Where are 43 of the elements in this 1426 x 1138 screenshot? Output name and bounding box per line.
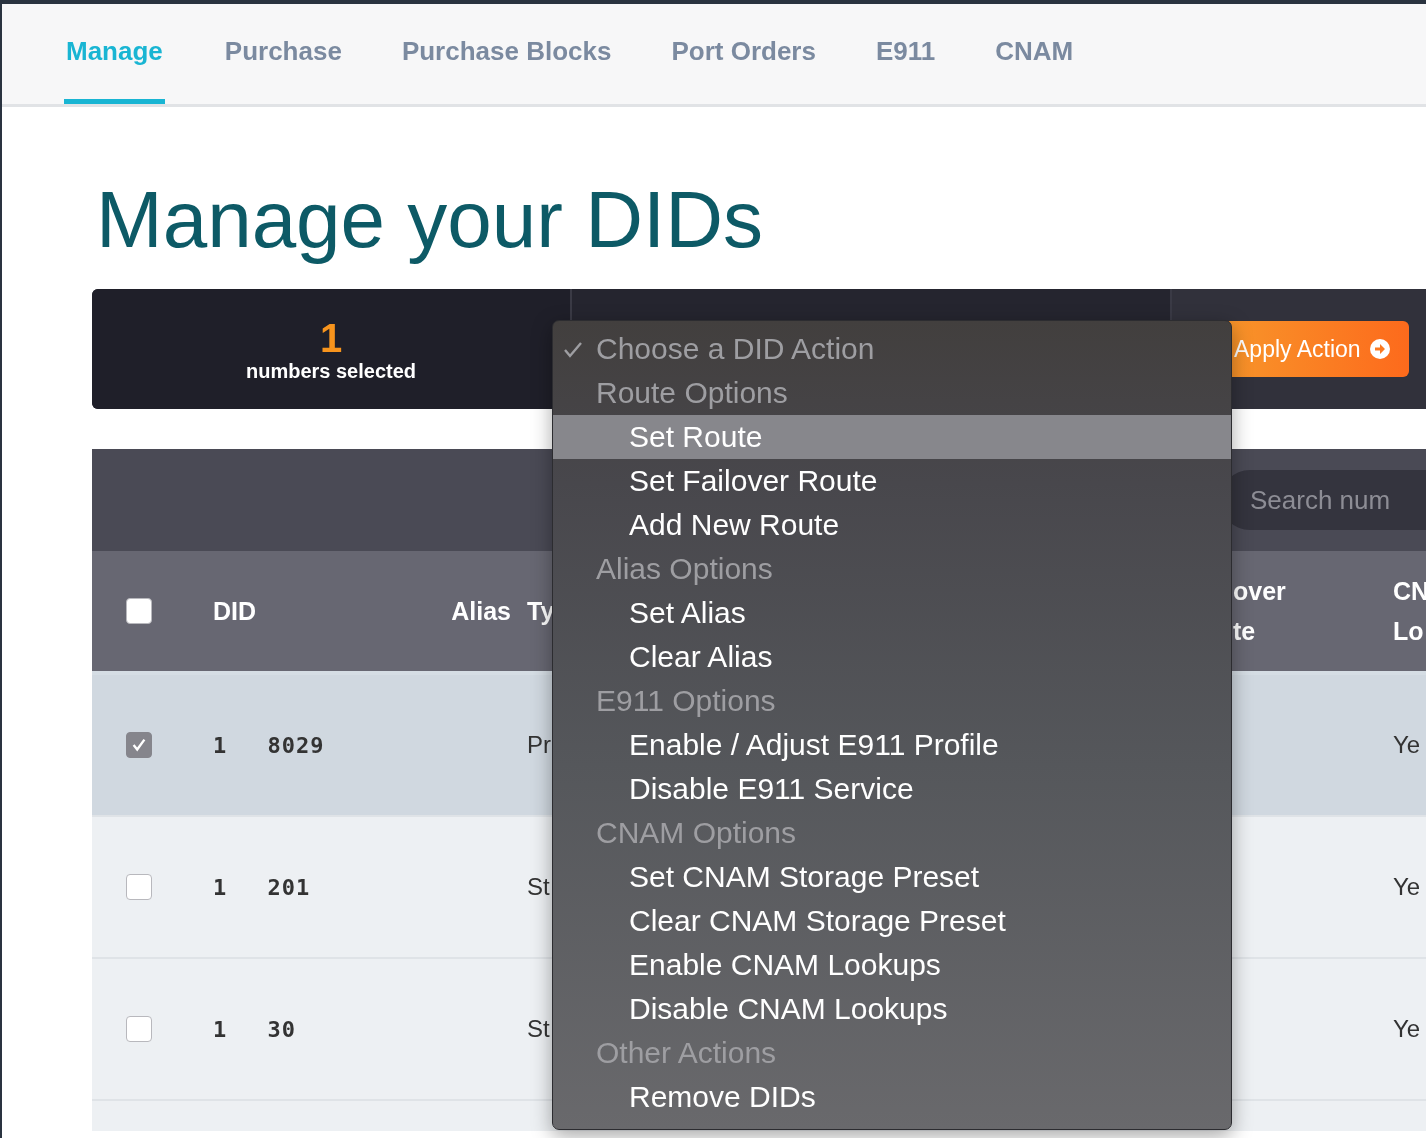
- column-header: DID: [213, 596, 257, 627]
- column-header: Alias: [451, 596, 511, 627]
- menu-option[interactable]: Set Alias: [553, 591, 1231, 635]
- selected-count: 1: [319, 315, 343, 360]
- nav-tab[interactable]: Purchase: [222, 4, 372, 104]
- menu-option[interactable]: Clear CNAM Storage Preset: [553, 899, 1231, 943]
- checkbox[interactable]: [126, 1016, 152, 1042]
- page-title: Manage your DIDs: [96, 174, 763, 266]
- checkbox[interactable]: [126, 874, 152, 900]
- table-cell: Ye: [1393, 1015, 1421, 1042]
- action-dropdown-menu[interactable]: [552, 320, 1232, 1130]
- menu-option[interactable]: Disable CNAM Lookups: [553, 987, 1231, 1031]
- type-cell: St: [527, 1015, 550, 1042]
- menu-group-label: E911 Options: [595, 683, 777, 719]
- table-cell: Ye: [1393, 873, 1421, 900]
- checkmark-icon: [130, 736, 148, 754]
- did-number: 1 30: [213, 1017, 296, 1042]
- column-header: over te: [1233, 576, 1286, 647]
- menu-group-label: Route Options: [595, 375, 789, 411]
- menu-group-label: CNAM Options: [595, 815, 798, 851]
- menu-group-label: Alias Options: [595, 551, 774, 587]
- menu-option[interactable]: Set CNAM Storage Preset: [553, 855, 1231, 899]
- did-number: 1 201: [213, 875, 311, 900]
- did-number: 1 8029: [213, 733, 325, 758]
- nav-tab[interactable]: Port Orders: [669, 4, 846, 104]
- nav-tab[interactable]: Purchase Blocks: [399, 4, 642, 104]
- menu-group-label: Other Actions: [595, 1035, 778, 1071]
- checkbox[interactable]: [126, 732, 152, 758]
- type-cell: St: [527, 873, 550, 900]
- nav-tab[interactable]: CNAM: [993, 4, 1104, 104]
- menu-option[interactable]: Enable CNAM Lookups: [553, 943, 1231, 987]
- type-cell: Pr: [527, 731, 551, 758]
- menu-option[interactable]: Remove DIDs: [553, 1075, 1231, 1119]
- menu-option[interactable]: Set Route: [553, 415, 1231, 459]
- arrow-circle-icon: [1368, 338, 1391, 360]
- selected-count-label: numbers selected: [245, 359, 417, 383]
- column-header: Ty: [527, 596, 555, 627]
- table-cell: Ye: [1393, 731, 1421, 758]
- nav-tab[interactable]: E911: [873, 4, 966, 104]
- menu-option[interactable]: Enable / Adjust E911 Profile: [553, 723, 1231, 767]
- menu-option[interactable]: Clear Alias: [553, 635, 1231, 679]
- menu-option[interactable]: Disable E911 Service: [553, 767, 1231, 811]
- checkbox[interactable]: [126, 598, 152, 624]
